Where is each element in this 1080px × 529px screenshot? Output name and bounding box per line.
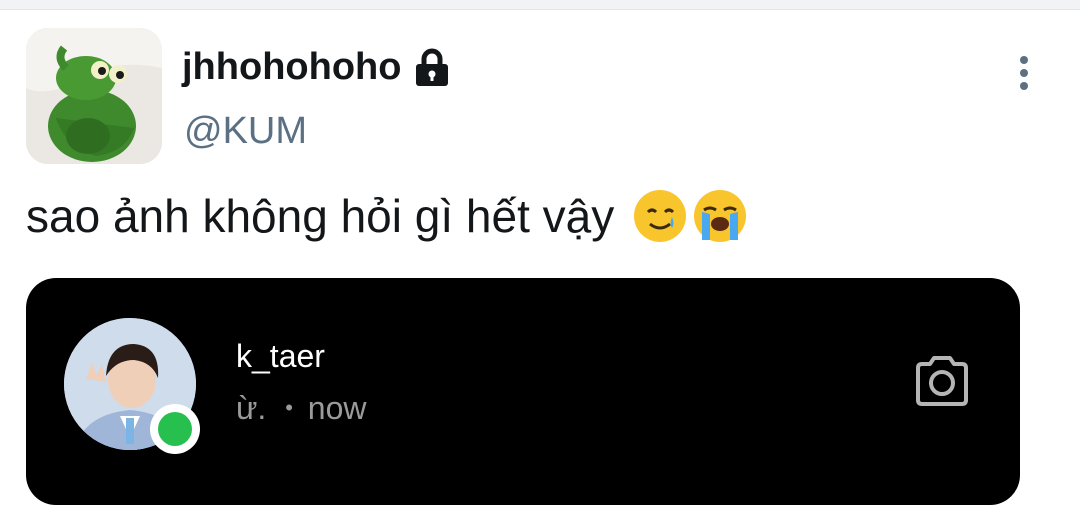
profile-avatar[interactable] bbox=[26, 28, 162, 164]
tweet-page: jhhohohoho @KUM sao ảnh không hỏi gì hết… bbox=[0, 0, 1080, 529]
message-meta: ừ. • now bbox=[236, 390, 367, 427]
last-message: ừ. bbox=[236, 390, 267, 426]
top-divider bbox=[0, 0, 1080, 10]
tweet-text: sao ảnh không hỏi gì hết vậy bbox=[26, 190, 615, 242]
tweet-body: sao ảnh không hỏi gì hết vậy bbox=[26, 188, 748, 244]
camera-icon[interactable] bbox=[912, 352, 972, 410]
lock-icon bbox=[416, 48, 449, 86]
user-handle[interactable]: @KUM bbox=[184, 110, 307, 153]
message-time: now bbox=[307, 390, 367, 426]
online-status-indicator bbox=[150, 404, 200, 454]
display-name[interactable]: jhhohohoho bbox=[182, 46, 401, 89]
display-name-row: jhhohohoho bbox=[182, 46, 451, 89]
separator-dot: • bbox=[285, 395, 293, 420]
vertical-ellipsis-icon[interactable] bbox=[1012, 54, 1036, 94]
message-preview-card[interactable]: k_taer ừ. • now bbox=[26, 278, 1020, 505]
contact-username: k_taer bbox=[236, 338, 325, 374]
smiling-face-with-tear-emoji-icon bbox=[634, 190, 687, 242]
loudly-crying-face-emoji-icon bbox=[694, 190, 747, 242]
frog-plush-image bbox=[26, 28, 162, 164]
